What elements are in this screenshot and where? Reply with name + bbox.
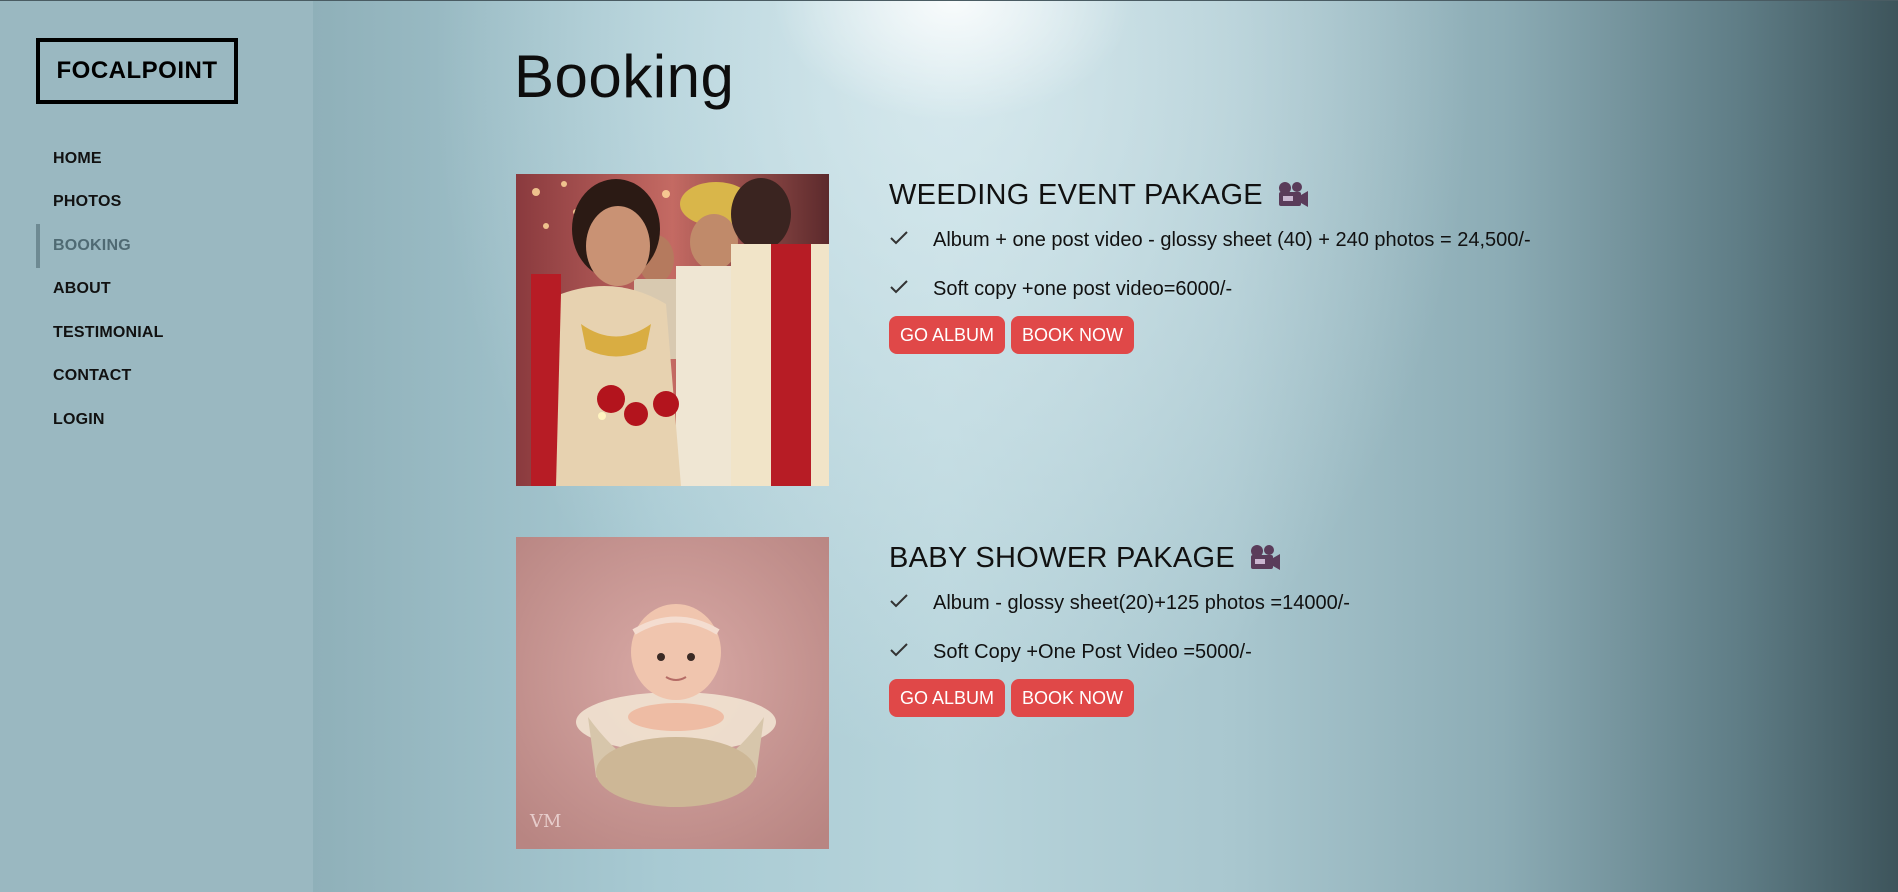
package-info: BABY SHOWER PAKAGE Album - glossy sheet(… xyxy=(889,537,1789,717)
package-title: WEEDING EVENT PAKAGE xyxy=(889,174,1789,216)
package-title-text: WEEDING EVENT PAKAGE xyxy=(889,178,1263,211)
svg-text:VM: VM xyxy=(529,811,561,832)
movie-camera-icon xyxy=(1277,181,1309,209)
sidebar-nav: HOME PHOTOS BOOKING ABOUT TESTIMONIAL CO… xyxy=(36,137,164,442)
check-icon xyxy=(889,641,933,664)
feature-text: Album + one post video - glossy sheet (4… xyxy=(933,229,1531,251)
feature-item: Soft Copy +One Post Video =5000/- xyxy=(889,628,1789,677)
package-actions: GO ALBUM BOOK NOW xyxy=(889,316,1789,354)
nav-item-photos[interactable]: PHOTOS xyxy=(36,181,164,225)
package-title-text: BABY SHOWER PAKAGE xyxy=(889,541,1235,574)
feature-item: Soft copy +one post video=6000/- xyxy=(889,265,1789,314)
nav-item-login[interactable]: LOGIN xyxy=(36,398,164,442)
baby-photo: VM xyxy=(516,537,829,849)
sidebar: FOCALPOINT HOME PHOTOS BOOKING ABOUT TES… xyxy=(0,0,313,892)
nav-item-about[interactable]: ABOUT xyxy=(36,268,164,312)
package-title: BABY SHOWER PAKAGE xyxy=(889,537,1789,579)
check-icon xyxy=(889,229,933,252)
book-now-button[interactable]: BOOK NOW xyxy=(1011,316,1135,354)
go-album-button[interactable]: GO ALBUM xyxy=(889,316,1006,354)
feature-text: Soft Copy +One Post Video =5000/- xyxy=(933,641,1252,663)
wedding-photo xyxy=(516,174,829,486)
feature-text: Soft copy +one post video=6000/- xyxy=(933,278,1233,300)
check-icon xyxy=(889,278,933,301)
feature-text: Album - glossy sheet(20)+125 photos =140… xyxy=(933,592,1350,614)
brand-logo[interactable]: FOCALPOINT xyxy=(36,38,238,104)
movie-camera-icon xyxy=(1249,544,1281,572)
go-album-button[interactable]: GO ALBUM xyxy=(889,679,1006,717)
nav-item-booking[interactable]: BOOKING xyxy=(36,224,164,268)
book-now-button[interactable]: BOOK NOW xyxy=(1011,679,1135,717)
check-icon xyxy=(889,592,933,615)
nav-item-home[interactable]: HOME xyxy=(36,137,164,181)
feature-item: Album - glossy sheet(20)+125 photos =140… xyxy=(889,579,1789,628)
page-title: Booking xyxy=(514,43,735,110)
nav-item-testimonial[interactable]: TESTIMONIAL xyxy=(36,311,164,355)
package-info: WEEDING EVENT PAKAGE Album + one post vi… xyxy=(889,174,1789,354)
feature-item: Album + one post video - glossy sheet (4… xyxy=(889,216,1789,265)
package-actions: GO ALBUM BOOK NOW xyxy=(889,679,1789,717)
nav-item-contact[interactable]: CONTACT xyxy=(36,355,164,399)
